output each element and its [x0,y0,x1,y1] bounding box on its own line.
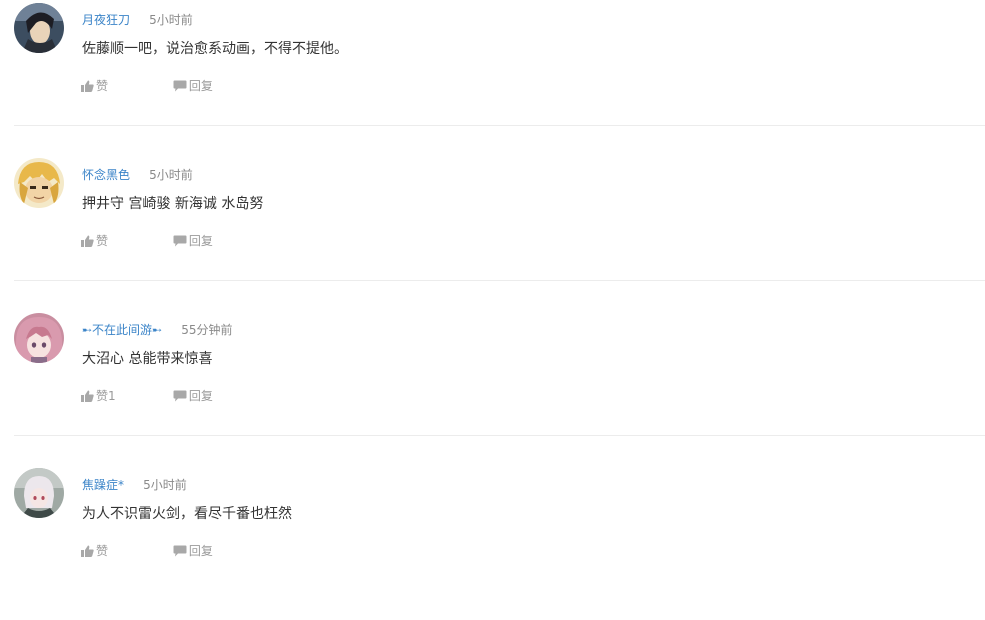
like-button[interactable]: 赞 [81,78,169,94]
timestamp: 5小时前 [149,168,193,182]
comment-actions: 赞1 回复 [81,388,213,404]
user-avatar[interactable] [14,158,64,208]
divider [14,280,985,281]
thumbs-up-icon [81,545,94,557]
comment-item: 焦躁症* 5小时前 为人不识雷火剑，看尽千番也枉然 赞 回复 [0,465,985,620]
speech-bubble-icon [173,235,187,247]
thumbs-up-icon [81,80,94,92]
username[interactable]: 月夜狂刀 [82,13,130,27]
timestamp: 55分钟前 [181,323,233,337]
like-label: 赞 [96,79,109,93]
comment-actions: 赞 回复 [81,233,213,249]
comment-text: 押井守 宫崎骏 新海诚 水岛努 [82,196,264,212]
comment-item: 月夜狂刀 5小时前 佐藤顺一吧，说治愈系动画，不得不提他。 赞 回复 [0,0,985,155]
like-button[interactable]: 赞1 [81,388,169,404]
like-button[interactable]: 赞 [81,543,169,559]
comment-actions: 赞 回复 [81,78,213,94]
speech-bubble-icon [173,545,187,557]
reply-button[interactable]: 回复 [173,388,213,404]
comment-text: 大沼心 总能带来惊喜 [82,351,213,367]
anime-character-avatar-icon [14,313,64,363]
reply-label: 回复 [188,544,213,558]
comment-text: 佐藤顺一吧，说治愈系动画，不得不提他。 [82,41,348,57]
comment-meta: 月夜狂刀 5小时前 [82,11,193,27]
anime-character-avatar-icon [14,3,64,53]
like-button[interactable]: 赞 [81,233,169,249]
user-avatar[interactable] [14,468,64,518]
reply-label: 回复 [188,79,213,93]
username[interactable]: ➸不在此间游➸ [82,323,162,337]
divider [14,435,985,436]
comment-meta: ➸不在此间游➸ 55分钟前 [82,321,233,337]
anime-character-avatar-icon [14,468,64,518]
reply-label: 回复 [188,389,213,403]
username[interactable]: 焦躁症* [82,478,124,492]
speech-bubble-icon [173,80,187,92]
like-label: 赞1 [96,389,116,403]
comment-item: ➸不在此间游➸ 55分钟前 大沼心 总能带来惊喜 赞1 回复 [0,310,985,465]
reply-label: 回复 [188,234,213,248]
user-avatar[interactable] [14,3,64,53]
comment-actions: 赞 回复 [81,543,213,559]
anime-character-avatar-icon [14,158,64,208]
user-avatar[interactable] [14,313,64,363]
comment-item: 怀念黑色 5小时前 押井守 宫崎骏 新海诚 水岛努 赞 回复 [0,155,985,310]
like-label: 赞 [96,234,109,248]
comment-list: 月夜狂刀 5小时前 佐藤顺一吧，说治愈系动画，不得不提他。 赞 回复 怀念黑色 … [0,0,985,620]
reply-button[interactable]: 回复 [173,543,213,559]
like-label: 赞 [96,544,109,558]
username[interactable]: 怀念黑色 [82,168,130,182]
comment-text: 为人不识雷火剑，看尽千番也枉然 [82,506,292,522]
reply-button[interactable]: 回复 [173,233,213,249]
thumbs-up-icon [81,390,94,402]
divider [14,125,985,126]
reply-button[interactable]: 回复 [173,78,213,94]
speech-bubble-icon [173,390,187,402]
comment-meta: 怀念黑色 5小时前 [82,166,193,182]
thumbs-up-icon [81,235,94,247]
timestamp: 5小时前 [143,478,187,492]
comment-meta: 焦躁症* 5小时前 [82,476,187,492]
timestamp: 5小时前 [149,13,193,27]
